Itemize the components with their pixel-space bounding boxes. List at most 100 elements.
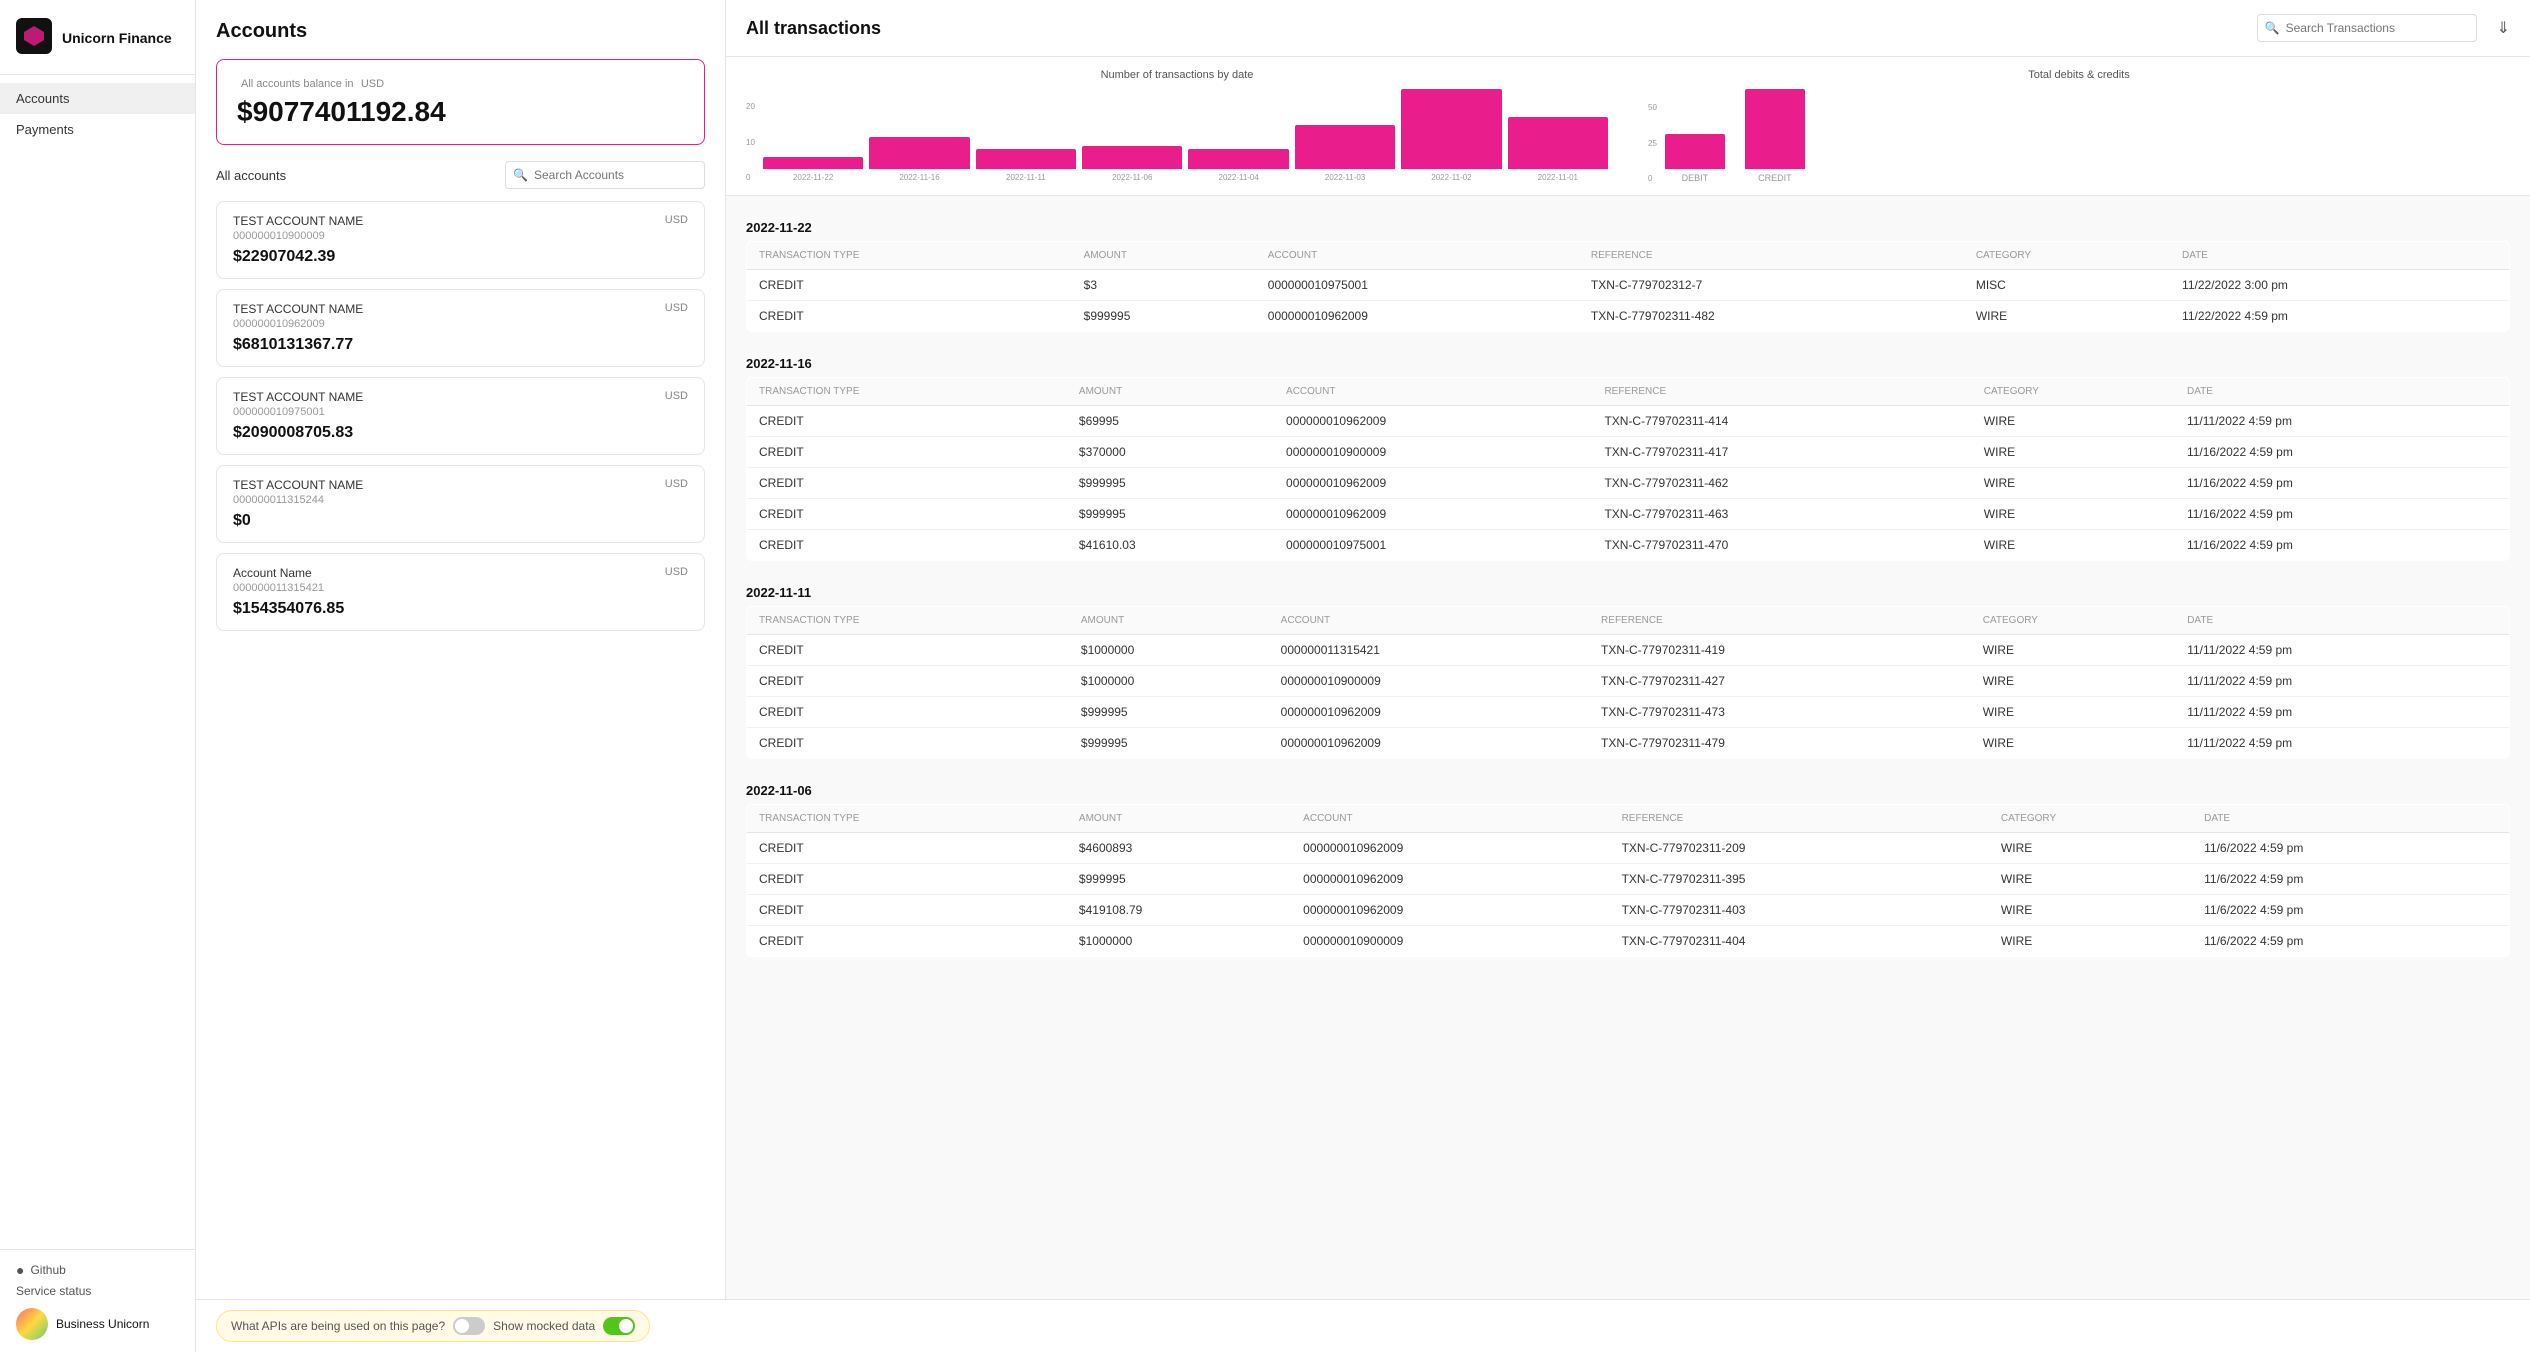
- account-balance: $6810131367.77: [233, 336, 688, 354]
- table-row[interactable]: CREDIT$999995000000010962009TXN-C-779702…: [747, 499, 2510, 530]
- bar-chart-title: Number of transactions by date: [746, 69, 1608, 81]
- account-card[interactable]: TEST ACCOUNT NAME USD 000000010900009 $2…: [216, 201, 705, 279]
- txn-amount: $999995: [1069, 728, 1269, 759]
- bar: [976, 149, 1076, 169]
- debit-credit-bar: [1665, 134, 1725, 169]
- txn-date: 11/11/2022 4:59 pm: [2175, 635, 2509, 666]
- account-currency: USD: [665, 214, 688, 226]
- txn-account: 000000011315421: [1269, 635, 1589, 666]
- txn-reference: TXN-C-779702311-479: [1589, 728, 1971, 759]
- bars-row: [763, 89, 1608, 169]
- table-row[interactable]: CREDIT$999995000000010962009TXN-C-779702…: [747, 468, 2510, 499]
- table-row[interactable]: CREDIT$41610.03000000010975001TXN-C-7797…: [747, 530, 2510, 561]
- txn-type: CREDIT: [747, 437, 1067, 468]
- txn-category: MISC: [1964, 270, 2170, 301]
- mock-toggle-container: What APIs are being used on this page? S…: [216, 1310, 650, 1342]
- github-icon: ●: [16, 1262, 24, 1278]
- transaction-group: 2022-11-16TRANSACTION TYPEAMOUNTACCOUNTR…: [746, 348, 2510, 561]
- main-content: Accounts All accounts balance in USD $90…: [196, 0, 2530, 1352]
- github-link[interactable]: ● Github: [16, 1262, 179, 1278]
- table-header: TRANSACTION TYPE: [747, 378, 1067, 406]
- table-header: DATE: [2175, 607, 2509, 635]
- github-label: Github: [30, 1263, 65, 1277]
- txn-reference: TXN-C-779702311-462: [1592, 468, 1971, 499]
- api-toggle-switch[interactable]: [453, 1317, 485, 1335]
- search-icon: 🔍: [2265, 21, 2280, 35]
- bar-label: 2022-11-03: [1295, 173, 1395, 182]
- account-card[interactable]: TEST ACCOUNT NAME USD 000000010962009 $6…: [216, 289, 705, 367]
- table-row[interactable]: CREDIT$370000000000010900009TXN-C-779702…: [747, 437, 2510, 468]
- transaction-table: TRANSACTION TYPEAMOUNTACCOUNTREFERENCECA…: [746, 377, 2510, 561]
- txn-category: WIRE: [1989, 926, 2192, 957]
- table-header: CATEGORY: [1972, 378, 2175, 406]
- txn-reference: TXN-C-779702311-209: [1610, 833, 1989, 864]
- txn-reference: TXN-C-779702311-473: [1589, 697, 1971, 728]
- account-currency: USD: [665, 566, 688, 578]
- txn-reference: TXN-C-779702311-463: [1592, 499, 1971, 530]
- debit-credit-label: DEBIT: [1665, 173, 1725, 183]
- service-status[interactable]: Service status: [16, 1284, 179, 1298]
- txn-date: 11/16/2022 4:59 pm: [2175, 437, 2510, 468]
- table-row[interactable]: CREDIT$4600893000000010962009TXN-C-77970…: [747, 833, 2510, 864]
- txn-account: 000000010962009: [1291, 895, 1609, 926]
- mocked-toggle-knob: [619, 1319, 633, 1333]
- txn-category: WIRE: [1972, 406, 2175, 437]
- table-row[interactable]: CREDIT$1000000000000011315421TXN-C-77970…: [747, 635, 2510, 666]
- table-header: REFERENCE: [1589, 607, 1971, 635]
- download-icon[interactable]: ⇓: [2497, 18, 2510, 38]
- table-header: TRANSACTION TYPE: [747, 805, 1067, 833]
- table-header: DATE: [2192, 805, 2509, 833]
- table-row[interactable]: CREDIT$3000000010975001TXN-C-779702312-7…: [747, 270, 2510, 301]
- bar-label: 2022-11-06: [1082, 173, 1182, 182]
- account-name: TEST ACCOUNT NAME: [233, 478, 363, 492]
- bar-label: 2022-11-04: [1188, 173, 1288, 182]
- bar-label: 2022-11-16: [869, 173, 969, 182]
- table-header: ACCOUNT: [1269, 607, 1589, 635]
- debit-credit-label: CREDIT: [1745, 173, 1805, 183]
- sidebar-item-payments[interactable]: Payments: [0, 114, 195, 145]
- txn-account: 000000010975001: [1274, 530, 1592, 561]
- date-group-header: 2022-11-11: [746, 577, 2510, 606]
- search-transactions-input[interactable]: [2257, 14, 2477, 42]
- table-header: CATEGORY: [1964, 242, 2170, 270]
- search-accounts-input[interactable]: [505, 161, 705, 189]
- txn-date: 11/22/2022 4:59 pm: [2170, 301, 2509, 332]
- transaction-table: TRANSACTION TYPEAMOUNTACCOUNTREFERENCECA…: [746, 804, 2510, 957]
- table-header: DATE: [2170, 242, 2509, 270]
- table-row[interactable]: CREDIT$999995000000010962009TXN-C-779702…: [747, 728, 2510, 759]
- txn-date: 11/11/2022 4:59 pm: [2175, 728, 2509, 759]
- account-balance: $2090008705.83: [233, 424, 688, 442]
- search-transactions-wrapper: 🔍: [2257, 14, 2477, 42]
- all-accounts-label: All accounts: [216, 168, 286, 183]
- txn-amount: $999995: [1069, 697, 1269, 728]
- table-row[interactable]: CREDIT$999995000000010962009TXN-C-779702…: [747, 697, 2510, 728]
- bar-label: 2022-11-01: [1508, 173, 1608, 182]
- transaction-table: TRANSACTION TYPEAMOUNTACCOUNTREFERENCECA…: [746, 241, 2510, 332]
- table-row[interactable]: CREDIT$69995000000010962009TXN-C-7797023…: [747, 406, 2510, 437]
- account-currency: USD: [665, 478, 688, 490]
- account-card[interactable]: Account Name USD 000000011315421 $154354…: [216, 553, 705, 631]
- table-row[interactable]: CREDIT$1000000000000010900009TXN-C-77970…: [747, 666, 2510, 697]
- txn-account: 000000010962009: [1269, 697, 1589, 728]
- account-card[interactable]: TEST ACCOUNT NAME USD 000000010975001 $2…: [216, 377, 705, 455]
- logo-icon: [16, 18, 52, 54]
- accounts-title: Accounts: [216, 20, 705, 43]
- table-row[interactable]: CREDIT$999995000000010962009TXN-C-779702…: [747, 864, 2510, 895]
- table-row[interactable]: CREDIT$419108.79000000010962009TXN-C-779…: [747, 895, 2510, 926]
- txn-category: WIRE: [1964, 301, 2170, 332]
- txn-type: CREDIT: [747, 895, 1067, 926]
- txn-type: CREDIT: [747, 499, 1067, 530]
- accounts-filter-row: All accounts 🔍: [216, 161, 705, 189]
- bar: [1401, 89, 1501, 169]
- sidebar-item-accounts[interactable]: Accounts: [0, 83, 195, 114]
- mocked-toggle-switch[interactable]: [603, 1317, 635, 1335]
- bar: [869, 137, 969, 169]
- table-header: AMOUNT: [1067, 805, 1291, 833]
- account-card[interactable]: TEST ACCOUNT NAME USD 000000011315244 $0: [216, 465, 705, 543]
- sidebar: Unicorn Finance Accounts Payments ● Gith…: [0, 0, 196, 1352]
- txn-date: 11/22/2022 3:00 pm: [2170, 270, 2509, 301]
- table-row[interactable]: CREDIT$999995000000010962009TXN-C-779702…: [747, 301, 2510, 332]
- txn-date: 11/16/2022 4:59 pm: [2175, 530, 2510, 561]
- table-row[interactable]: CREDIT$1000000000000010900009TXN-C-77970…: [747, 926, 2510, 957]
- txn-reference: TXN-C-779702311-470: [1592, 530, 1971, 561]
